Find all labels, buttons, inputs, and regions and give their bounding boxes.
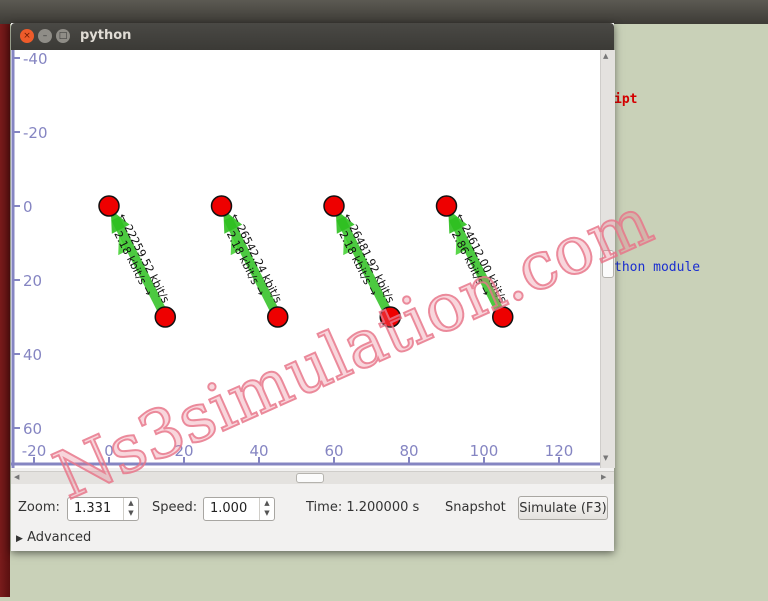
horizontal-scrollbar[interactable]: ◀ ▶ xyxy=(11,471,614,484)
python-window: × – □ python -40 -20 0 20 40 60 -20 0 20 40 60 80 10… xyxy=(11,23,615,551)
simulate-button[interactable]: Simulate (F3) xyxy=(518,496,608,520)
y-tick-label: -40 xyxy=(23,50,48,68)
simulation-canvas[interactable]: -40 -20 0 20 40 60 -20 0 20 40 60 80 100 120 2.18 kbit… xyxy=(11,50,600,468)
background-window-edge xyxy=(0,24,10,597)
expander-arrow-icon[interactable]: ▶ xyxy=(16,534,23,544)
node[interactable] xyxy=(323,195,345,217)
x-tick-label: 40 xyxy=(249,442,268,460)
background-code-text-2: thon module xyxy=(614,260,701,275)
maximize-icon[interactable]: □ xyxy=(56,29,70,43)
speed-label: Speed: xyxy=(152,500,198,515)
step-up-icon[interactable]: ▲ xyxy=(124,498,138,508)
desktop-top-panel xyxy=(0,0,768,24)
zoom-stepper[interactable]: ▲ ▼ xyxy=(123,498,138,520)
zoom-spinner[interactable]: ▲ ▼ xyxy=(67,497,139,521)
scroll-down-icon[interactable]: ▼ xyxy=(603,454,608,462)
vertical-scrollbar[interactable]: ▲ ▼ xyxy=(600,50,615,468)
scroll-left-icon[interactable]: ◀ xyxy=(14,473,19,481)
x-tick-label: -20 xyxy=(22,442,47,460)
node[interactable] xyxy=(154,306,176,328)
node[interactable] xyxy=(379,306,401,328)
zoom-label: Zoom: xyxy=(18,500,60,515)
close-icon[interactable]: × xyxy=(20,29,34,43)
y-tick-label: 20 xyxy=(23,272,42,290)
zoom-input[interactable] xyxy=(68,498,126,518)
vertical-scroll-thumb[interactable] xyxy=(602,250,614,278)
speed-spinner[interactable]: ▲ ▼ xyxy=(203,497,275,521)
x-tick-label: 0 xyxy=(104,442,114,460)
node[interactable] xyxy=(267,306,289,328)
x-tick-label: 100 xyxy=(470,442,499,460)
snapshot-button[interactable]: Snapshot xyxy=(445,500,506,515)
x-tick-label: 120 xyxy=(545,442,574,460)
x-tick-label: 80 xyxy=(399,442,418,460)
window-titlebar[interactable]: × – □ python xyxy=(11,23,614,50)
step-down-icon[interactable]: ▼ xyxy=(124,508,138,518)
node[interactable] xyxy=(492,306,514,328)
speed-stepper[interactable]: ▲ ▼ xyxy=(259,498,274,520)
scroll-up-icon[interactable]: ▲ xyxy=(603,52,608,60)
speed-input[interactable] xyxy=(204,498,262,518)
window-title: python xyxy=(80,28,132,43)
y-tick-label: -20 xyxy=(23,124,48,142)
y-tick-label: 60 xyxy=(23,420,42,438)
node[interactable] xyxy=(210,195,233,217)
node[interactable] xyxy=(98,195,120,217)
node[interactable] xyxy=(435,195,458,217)
y-tick-label: 0 xyxy=(23,198,33,216)
topology-plot[interactable]: -40-200204060-20 0 20 40 60 80 100 1202.18 kbit… xyxy=(11,50,600,468)
advanced-expander[interactable]: ▶ Advanced xyxy=(16,530,91,545)
x-tick-label: 60 xyxy=(324,442,343,460)
horizontal-scroll-thumb[interactable] xyxy=(296,473,324,483)
step-up-icon[interactable]: ▲ xyxy=(260,498,274,508)
step-down-icon[interactable]: ▼ xyxy=(260,508,274,518)
x-tick-label: 20 xyxy=(174,442,193,460)
scroll-right-icon[interactable]: ▶ xyxy=(601,473,606,481)
time-readout: Time: 1.200000 s xyxy=(306,500,420,515)
background-code-text: ipt xyxy=(614,92,638,107)
advanced-label[interactable]: Advanced xyxy=(27,530,91,545)
minimize-icon[interactable]: – xyxy=(38,29,52,43)
y-tick-label: 40 xyxy=(23,346,42,364)
